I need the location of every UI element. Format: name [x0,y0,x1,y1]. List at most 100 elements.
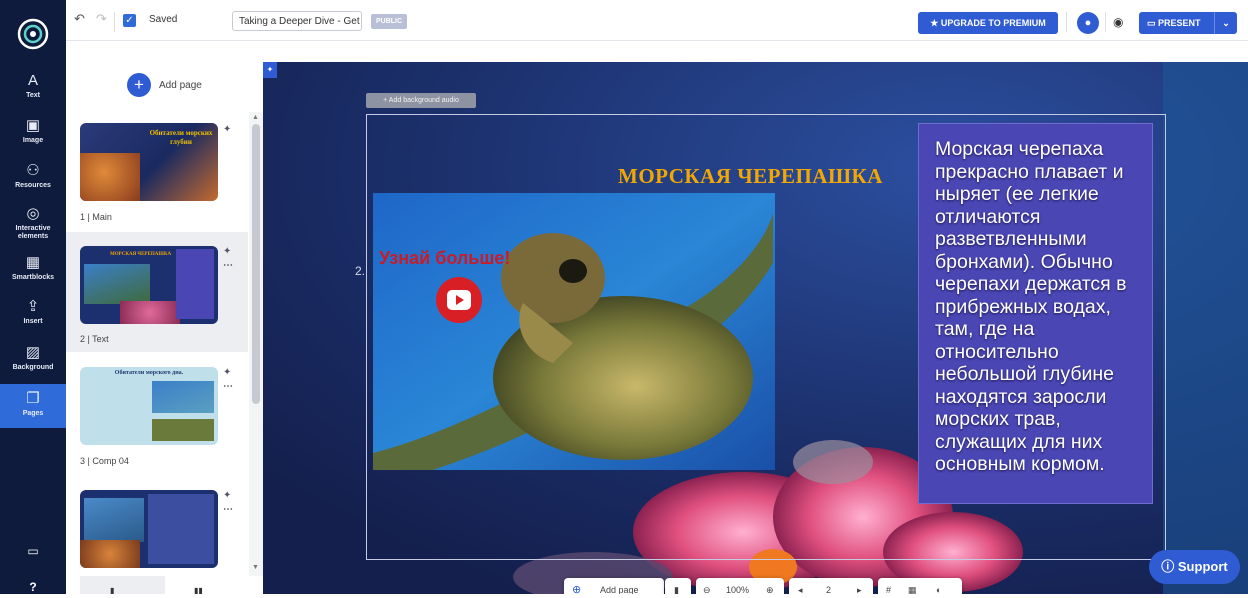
text-icon: A [27,72,38,89]
public-badge[interactable]: PUBLIC [371,14,408,29]
current-page-number[interactable]: 2 [826,585,831,594]
slide-number: 2. [355,264,366,278]
upgrade-premium-button[interactable]: ★ UPGRADE TO PREMIUM [918,12,1058,34]
previous-page-icon[interactable]: ◂ [798,585,803,594]
layout-icon[interactable]: ▦ [908,585,917,594]
youtube-play-button[interactable] [436,277,482,323]
present-dropdown-icon[interactable]: ⌄ [1214,12,1237,34]
left-toolbar: A Text ▣ Image ⚇ Resources ◎ Interactive… [0,0,66,594]
magic-wand-icon[interactable]: ✦ [223,367,231,378]
title-input[interactable]: Taking a Deeper Dive - Get [232,11,362,31]
scroll-down-icon[interactable]: ▼ [252,564,259,571]
page-thumbnail[interactable]: МОРСКАЯ ЧЕРЕПАШКА [80,246,218,324]
tool-interactive-elements[interactable]: ◎ Interactive elements [0,205,66,241]
scrollbar-thumb[interactable] [252,124,260,404]
briefcase-icon[interactable]: ▭ [0,544,66,558]
smartblocks-icon: ▦ [25,254,41,271]
redo-icon[interactable]: ↷ [96,11,107,27]
page-thumbnail[interactable]: Обитатели морских глубин [80,123,218,201]
bottom-add-page-button[interactable]: ⊕ Add page [564,578,664,594]
bg-audio-label: Add background audio [388,97,459,104]
star-icon: ★ [930,18,941,28]
grid-hash-icon[interactable]: # [886,585,891,594]
tool-insert-label: Insert [23,318,43,325]
tool-background[interactable]: ▨ Background [0,344,66,372]
undo-icon[interactable]: ↶ [74,11,85,27]
delete-page-button[interactable]: ▮ [665,578,691,594]
insert-icon: ⇪ [26,298,40,315]
thumb-title: Обитатели морского дна. [114,370,184,376]
thumb-title: Обитатели морских глубин [149,129,213,146]
panel-view-tabs: ▮ ▮▮ [66,576,263,595]
present-button[interactable]: ▭ PRESENT ⌄ [1139,12,1237,34]
interactive-icon: ◎ [26,205,40,222]
add-circle-icon: ⊕ [572,584,582,594]
support-button[interactable]: ⓘ Support [1149,550,1240,584]
tool-insert[interactable]: ⇪ Insert [0,298,66,326]
description-textbox[interactable]: Морская черепаха прекрасно плавает и ныр… [918,123,1153,504]
tool-text[interactable]: A Text [0,72,66,100]
genially-logo-icon[interactable] [17,18,49,50]
pin-panel-icon[interactable]: ✦ [263,62,277,78]
slide-title[interactable]: МОРСКАЯ ЧЕРЕПАШКА [618,164,883,189]
divider [1105,12,1106,32]
present-label: PRESENT [1158,18,1201,28]
play-icon [447,290,471,310]
next-page-icon[interactable]: ▸ [857,585,862,594]
page-thumbnail[interactable]: Обитатели морского дна. [80,367,218,445]
description-text: Морская черепаха прекрасно плавает и ныр… [935,138,1127,475]
more-options-icon[interactable]: ⋯ [223,260,233,271]
zoom-level: 100% [726,585,750,594]
present-icon: ▭ [1147,18,1159,28]
tool-resources-label: Resources [15,182,51,189]
magic-wand-icon[interactable]: ✦ [223,124,231,135]
slide-canvas[interactable]: ✦ + Add background audio МОРСКАЯ ЧЕРЕПАШ… [263,62,1248,594]
page-thumbnail-item[interactable]: Обитатели морских глубин ✦ 1 | Main [66,112,248,232]
magic-wand-icon[interactable]: ✦ [223,246,231,257]
saved-status: Saved [149,14,178,25]
scroll-up-icon[interactable]: ▲ [252,114,259,121]
more-options-icon[interactable]: ⋯ [223,504,233,515]
page-thumbnail-item[interactable]: Обитатели морского дна. ✦ ⋯ 3 | Comp 04 [66,355,248,475]
zoom-controls: ⊖ 100% ⊕ [696,578,784,594]
zoom-out-icon[interactable]: ⊖ [703,585,711,594]
bottom-add-page-label: Add page [600,585,639,594]
tool-smartblocks[interactable]: ▦ Smartblocks [0,254,66,282]
image-icon: ▣ [25,117,41,134]
turtle-image[interactable] [373,193,775,470]
tool-interactive-label: Interactive elements [15,225,51,240]
preview-eye-icon[interactable]: ◉ [1113,15,1123,29]
more-options-icon[interactable]: ⋯ [223,381,233,392]
pages-panel: + Add page Обитатели морских глубин ✦ 1 … [66,62,264,594]
divider [1066,12,1067,32]
add-page-plus-icon[interactable]: + [127,73,151,97]
divider [114,12,115,32]
collaborators-avatar[interactable]: ● [1077,12,1099,34]
list-view-tab[interactable]: ▮ [80,576,165,595]
learn-more-label[interactable]: Узнай больше! [379,248,510,269]
sea-turtle-picture [373,193,775,470]
thumb-title: МОРСКАЯ ЧЕРЕПАШКА [110,252,172,257]
layers-icon[interactable]: ◐ [936,585,941,594]
page-label: 2 | Text [80,334,109,344]
saved-check-icon: ✓ [123,14,136,27]
trash-icon: ▮ [674,585,679,594]
tool-resources[interactable]: ⚇ Resources [0,162,66,190]
page-thumbnail[interactable] [80,490,218,568]
help-icon[interactable]: ? [0,580,66,594]
help-circle-icon: ⓘ [1161,559,1178,574]
tool-text-label: Text [26,92,40,99]
tool-smartblocks-label: Smartblocks [11,274,55,281]
page-thumbnail-item[interactable]: МОРСКАЯ ЧЕРЕПАШКА ✦ ⋯ 2 | Text [66,232,248,352]
zoom-in-icon[interactable]: ⊕ [766,585,774,594]
tool-pages[interactable]: ❐ Pages [0,384,66,428]
top-bar: ↶ ↷ ✓ Saved Taking a Deeper Dive - Get P… [66,0,1248,41]
pages-scrollbar[interactable]: ▲ ▼ [249,112,263,594]
resources-icon: ⚇ [26,162,40,179]
tool-pages-label: Pages [22,410,44,417]
support-label: Support [1177,559,1228,574]
add-background-audio-button[interactable]: + Add background audio [366,93,476,108]
magic-wand-icon[interactable]: ✦ [223,490,231,501]
tool-image[interactable]: ▣ Image [0,117,66,145]
add-page-label[interactable]: Add page [159,80,202,91]
